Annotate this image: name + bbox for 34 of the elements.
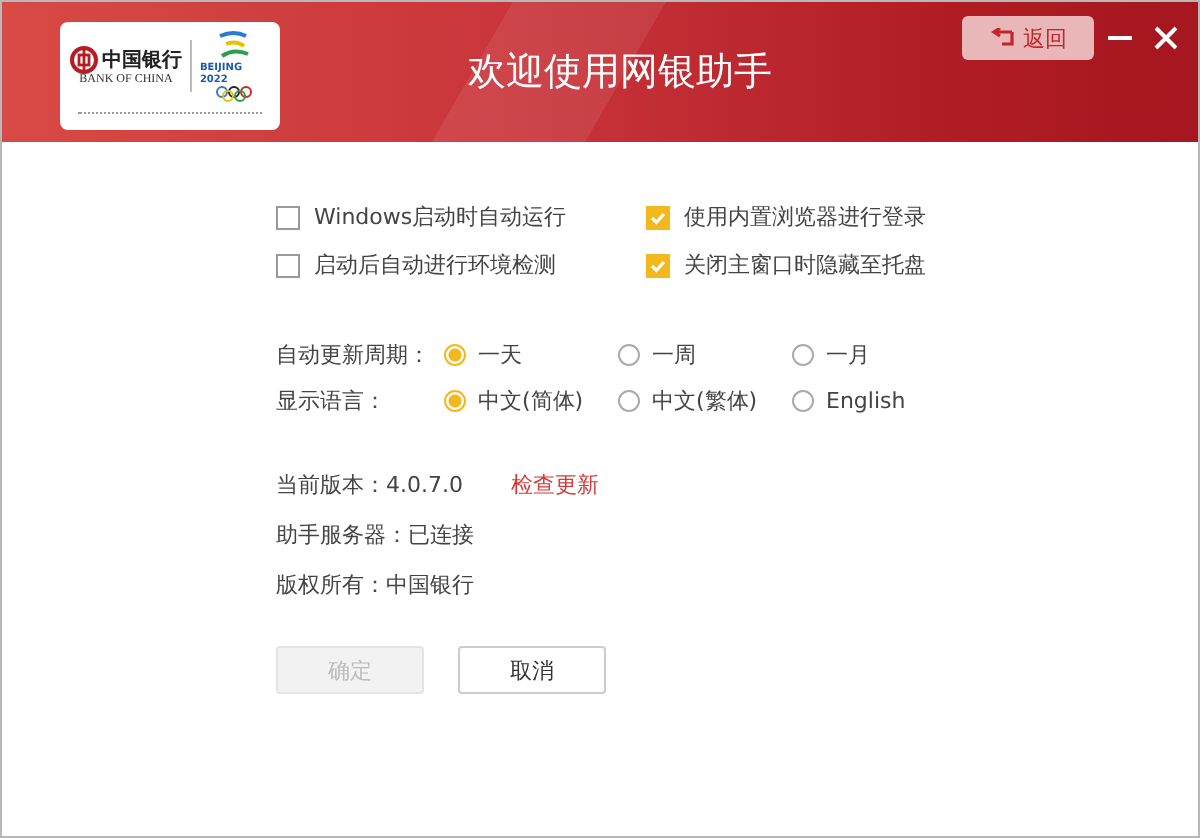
radio-button[interactable] <box>618 389 640 411</box>
choice-label: 中文(繁体) <box>652 385 758 415</box>
radio-button[interactable] <box>792 389 814 411</box>
bank-name: 中国银行 <box>102 47 182 74</box>
close-icon[interactable] <box>1152 24 1180 52</box>
radio-button[interactable] <box>444 389 466 411</box>
radio-button[interactable] <box>444 343 466 365</box>
choice-label: English <box>826 387 906 413</box>
option-label: 启动后自动进行环境检测 <box>314 250 556 280</box>
option-label: 使用内置浏览器进行登录 <box>684 202 926 232</box>
radio-button[interactable] <box>792 343 814 365</box>
checkbox[interactable] <box>646 205 670 229</box>
choice-label: 一月 <box>826 339 870 369</box>
window-title: 欢迎使用网银助手 <box>468 48 772 98</box>
checkbox[interactable] <box>276 253 300 277</box>
info-text: 当前版本：4.0.7.0 <box>276 469 463 499</box>
back-arrow-icon <box>989 28 1013 48</box>
cancel-button[interactable]: 取消 <box>458 646 606 694</box>
back-button[interactable]: 返回 <box>962 16 1094 60</box>
option-label: 关闭主窗口时隐藏至托盘 <box>684 250 926 280</box>
check-update-link[interactable]: 检查更新 <box>510 469 599 499</box>
choice-label: 一周 <box>652 339 696 369</box>
checkbox[interactable] <box>646 253 670 277</box>
choice-label: 一天 <box>478 339 522 369</box>
setting-label: 显示语言： <box>276 385 388 415</box>
radio-button[interactable] <box>618 343 640 365</box>
setting-label: 自动更新周期： <box>276 339 432 369</box>
option-label: Windows启动时自动运行 <box>314 202 567 232</box>
info-text: 助手服务器：已连接 <box>276 519 474 549</box>
choice-label: 中文(简体) <box>478 385 584 415</box>
rings-icon <box>214 86 255 102</box>
bank-logo-icon <box>70 46 98 74</box>
checkbox[interactable] <box>276 205 300 229</box>
info-text: 版权所有：中国银行 <box>276 569 474 599</box>
